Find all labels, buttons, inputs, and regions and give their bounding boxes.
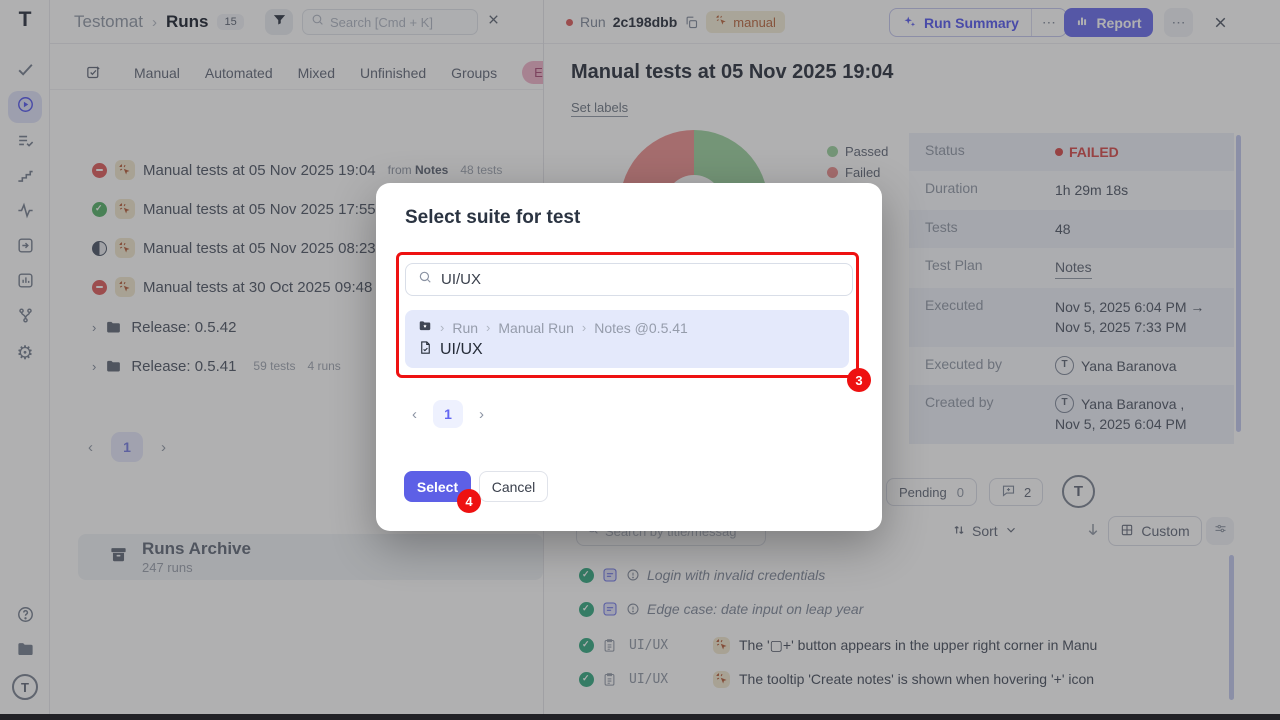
annotation-step-3: 3 <box>847 368 871 392</box>
folder-star-icon <box>418 319 432 336</box>
suite-search[interactable] <box>405 263 853 296</box>
annotation-step-4: 4 <box>457 489 481 513</box>
app-screen: T ⚙ <box>0 0 1280 720</box>
doc-check-icon <box>418 340 433 360</box>
suite-name-row: UI/UX <box>418 340 836 360</box>
chevron-right-icon: › <box>486 320 490 335</box>
page-number[interactable]: 1 <box>433 400 463 428</box>
breadcrumb-item: Notes @0.5.41 <box>594 320 688 336</box>
chevron-right-icon: › <box>440 320 444 335</box>
modal-pagination: ‹ 1 › <box>412 400 484 428</box>
breadcrumb-item: Manual Run <box>498 320 574 336</box>
suite-name: UI/UX <box>440 341 483 359</box>
page-prev-button[interactable]: ‹ <box>412 406 417 423</box>
window-bottom-edge <box>0 714 1280 720</box>
cancel-button[interactable]: Cancel <box>479 471 548 502</box>
select-suite-modal: Select suite for test › Run › Manual Run… <box>376 183 882 531</box>
breadcrumb-item: Run <box>452 320 478 336</box>
suite-search-input[interactable] <box>441 271 840 288</box>
suite-breadcrumb: › Run › Manual Run › Notes @0.5.41 <box>418 319 836 336</box>
chevron-right-icon: › <box>582 320 586 335</box>
modal-title: Select suite for test <box>405 207 580 229</box>
search-icon <box>418 270 432 289</box>
suite-result-item[interactable]: › Run › Manual Run › Notes @0.5.41 UI/UX <box>405 310 849 368</box>
page-next-button[interactable]: › <box>479 406 484 423</box>
